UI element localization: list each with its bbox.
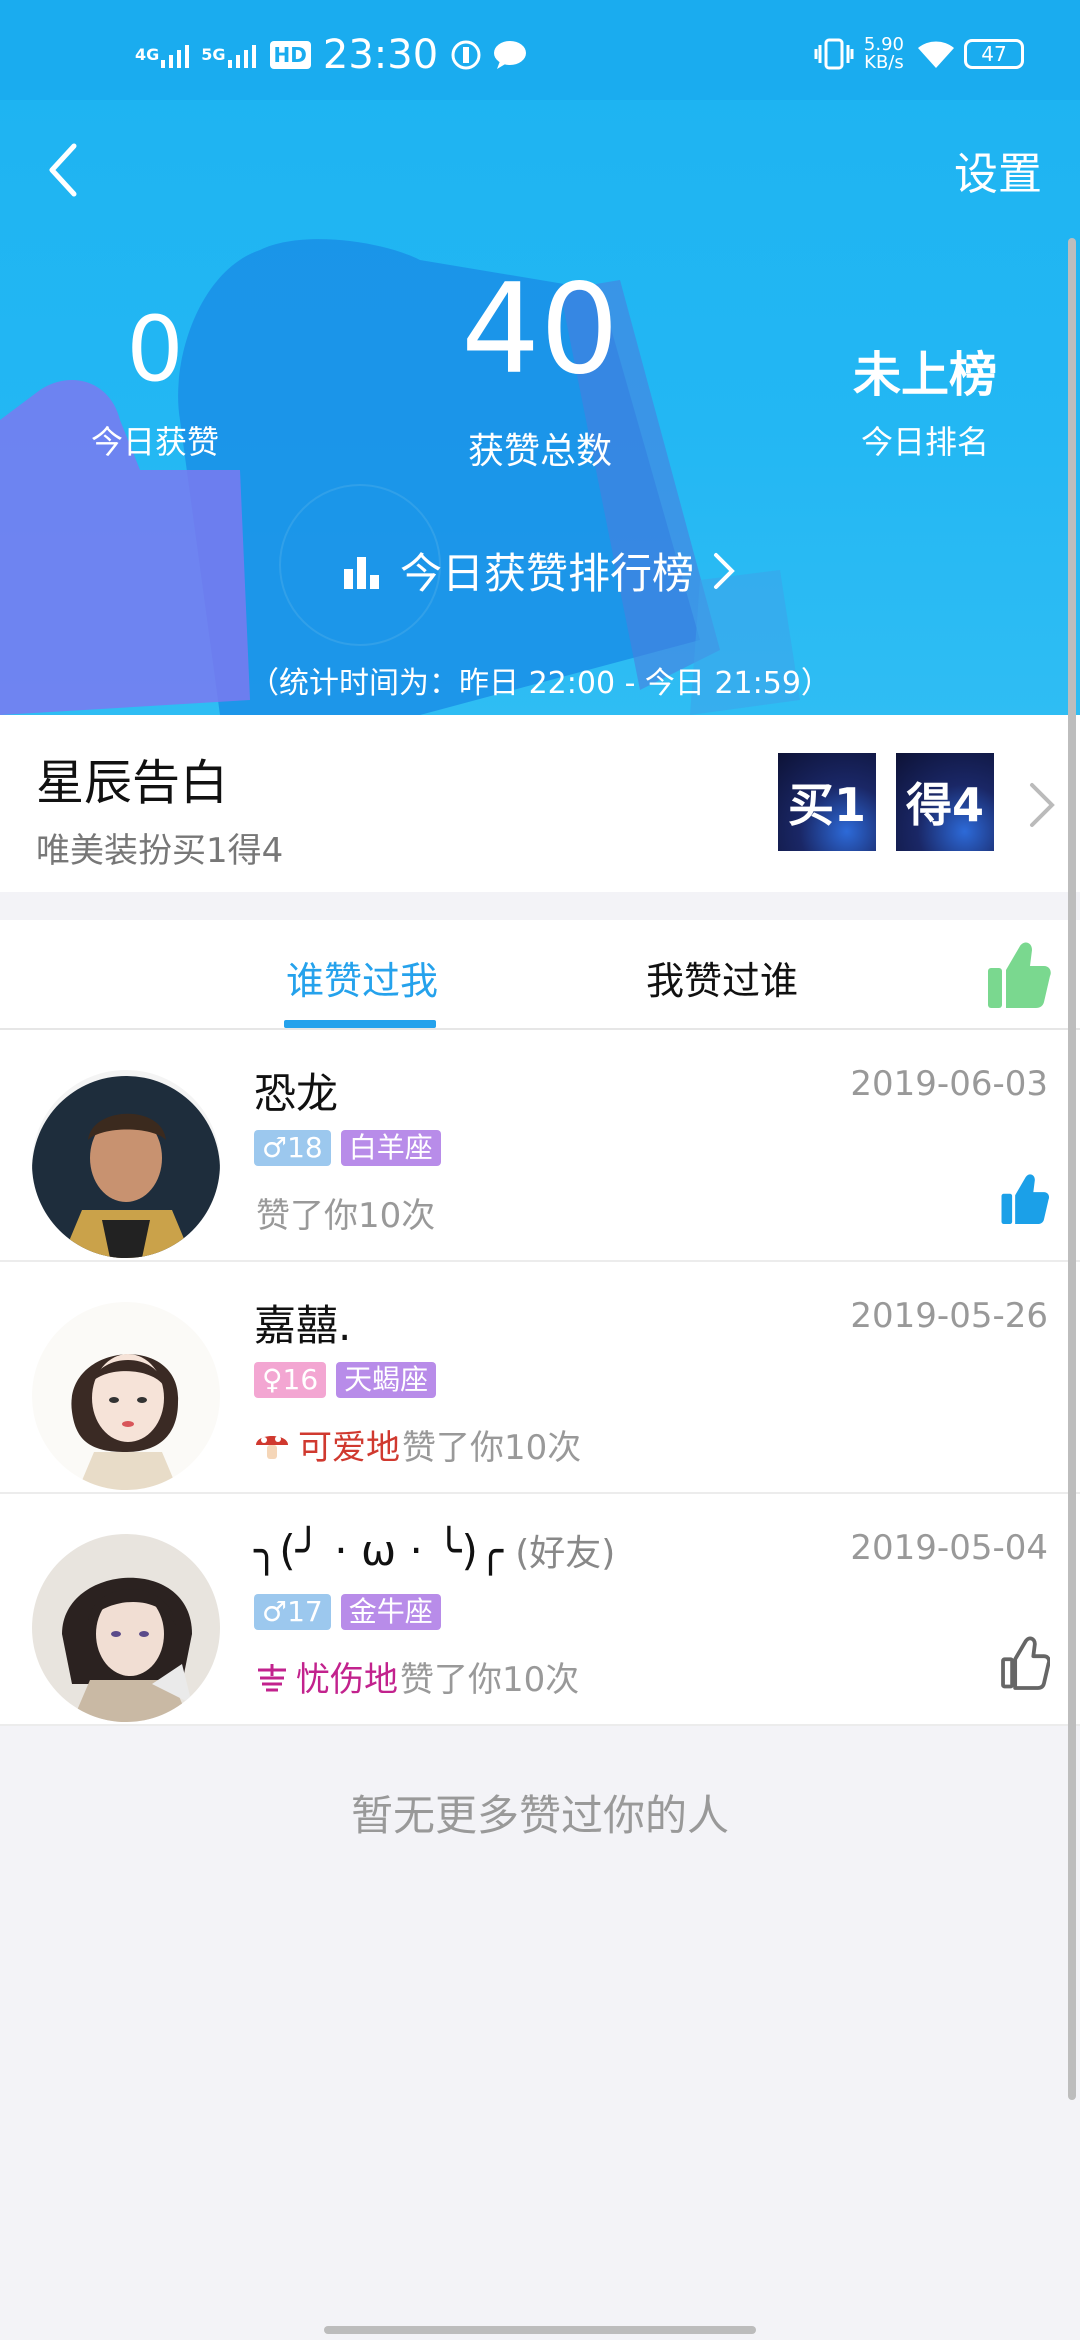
friend-label: (好友) — [515, 1533, 616, 1574]
user-name-text: ╮(╯ · ω · ╰)╭ — [254, 1526, 504, 1575]
app-notification-icon — [451, 40, 481, 70]
rank-list-link[interactable]: 今日获赞排行榜 — [0, 540, 1080, 601]
mushroom-icon — [256, 1435, 288, 1459]
wifi-icon — [918, 41, 954, 68]
signal-bars-icon — [161, 45, 190, 68]
zodiac-tag: 天蝎座 — [336, 1362, 437, 1398]
promo-subtitle: 唯美装扮买1得4 — [36, 831, 284, 871]
like-prefix: 可爱地 — [298, 1428, 400, 1468]
liked-by-list: 恐龙 2019-06-03 ♂18 白羊座 赞了你10次 嘉囍. 2019-05… — [0, 1030, 1080, 1726]
user-name-text: 恐龙 — [254, 1069, 339, 1118]
today-rank-label: 今日排名 — [860, 423, 989, 461]
liked-times: 赞了你10次 — [400, 1660, 580, 1700]
user-tags: ♂18 白羊座 — [254, 1130, 451, 1166]
scrollbar[interactable] — [1068, 238, 1076, 2100]
hd-icon: HD — [269, 41, 311, 69]
like-count-text: 赞了你10次 — [254, 1188, 435, 1237]
total-likes-stat: 40 获赞总数 — [400, 268, 680, 474]
user-tags: ♀16 天蝎座 — [254, 1362, 446, 1398]
like-date: 2019-06-03 — [850, 1064, 1048, 1104]
total-likes-value: 40 — [461, 258, 619, 402]
liked-times: 赞了你10次 — [256, 1196, 436, 1236]
today-likes-value: 0 — [126, 297, 184, 402]
tab-bar: 谁赞过我 我赞过谁 — [0, 920, 1080, 1030]
clock: 23:30 — [322, 32, 439, 78]
avatar[interactable] — [32, 1302, 220, 1490]
statistics-time: （统计时间为：昨日 22:00 - 今日 21:59） — [249, 666, 831, 701]
network-speed: 5.90 KB/s — [864, 36, 904, 72]
home-indicator[interactable] — [324, 2326, 756, 2334]
user-name[interactable]: 恐龙 — [254, 1060, 350, 1121]
tab-who-liked-me[interactable]: 谁赞过我 — [286, 950, 438, 1005]
promo-banner[interactable]: 星辰告白 唯美装扮买1得4 买1 得4 — [0, 715, 1080, 892]
user-name[interactable]: ╮(╯ · ω · ╰)╭ (好友) — [254, 1524, 615, 1576]
today-rank-stat: 未上榜 今日排名 — [810, 300, 1040, 464]
chevron-right-icon — [1030, 783, 1055, 827]
message-icon — [494, 41, 527, 69]
today-rank-value: 未上榜 — [852, 347, 997, 403]
signal-4g: 4G — [135, 45, 160, 64]
today-likes-label: 今日获赞 — [90, 423, 219, 461]
signal-5g: 5G — [201, 45, 226, 64]
like-date: 2019-05-26 — [850, 1296, 1048, 1336]
tab-active-indicator — [284, 1020, 436, 1028]
signal-bars-icon — [227, 45, 256, 68]
vibrate-icon — [814, 38, 854, 70]
avatar[interactable] — [32, 1534, 220, 1722]
thumbs-up-outline-icon[interactable] — [1000, 1636, 1050, 1690]
like-date: 2019-05-04 — [850, 1528, 1048, 1568]
zodiac-tag: 金牛座 — [340, 1594, 441, 1630]
status-bar: 4G 5G HD 23:30 5.90 KB/s 47 — [0, 0, 1080, 100]
header: 4G 5G HD 23:30 5.90 KB/s 47 设置 0 今日获赞 40… — [0, 0, 1080, 715]
gender-age-tag: ♂17 — [254, 1594, 331, 1630]
battery-indicator: 47 — [964, 39, 1024, 69]
list-item[interactable]: 嘉囍. 2019-05-26 ♀16 天蝎座 可爱地 赞了你10次 — [0, 1262, 1080, 1494]
zodiac-tag: 白羊座 — [340, 1130, 441, 1166]
no-more-text: 暂无更多赞过你的人 — [350, 1791, 729, 1840]
list-item[interactable]: 恐龙 2019-06-03 ♂18 白羊座 赞了你10次 — [0, 1030, 1080, 1262]
speed-unit: KB/s — [864, 52, 904, 73]
like-prefix: 忧伤地 — [296, 1660, 398, 1700]
thumbs-up-filled-icon[interactable] — [1000, 1172, 1050, 1226]
back-button[interactable] — [40, 140, 90, 200]
promo-badge-get4: 得4 — [896, 753, 994, 851]
like-count-text: 可爱地 赞了你10次 — [254, 1420, 581, 1469]
list-item[interactable]: ╮(╯ · ω · ╰)╭ (好友) 2019-05-04 ♂17 金牛座 忧伤地… — [0, 1494, 1080, 1726]
user-name[interactable]: 嘉囍. — [254, 1292, 363, 1353]
gender-age-tag: ♀16 — [254, 1362, 327, 1398]
rank-list-label: 今日获赞排行榜 — [399, 549, 694, 598]
promo-title: 星辰告白 — [36, 755, 229, 811]
like-count-text: 忧伤地 赞了你10次 — [254, 1652, 579, 1701]
today-likes-stat: 0 今日获赞 — [40, 300, 270, 464]
gender-age-tag: ♂18 — [254, 1130, 331, 1166]
thumbs-up-icon[interactable] — [986, 940, 1052, 1010]
bar-chart-icon — [343, 556, 379, 589]
promo-badge-buy1: 买1 — [778, 753, 876, 851]
user-name-text: 嘉囍. — [254, 1301, 352, 1350]
avatar[interactable] — [32, 1070, 220, 1258]
total-likes-label: 获赞总数 — [467, 431, 612, 472]
settings-button[interactable]: 设置 — [954, 138, 1042, 202]
chevron-right-icon — [714, 552, 735, 589]
sad-decoration-icon — [258, 1663, 286, 1691]
user-tags: ♂17 金牛座 — [254, 1594, 451, 1630]
tab-who-i-liked[interactable]: 我赞过谁 — [646, 950, 798, 1005]
liked-times: 赞了你10次 — [402, 1428, 582, 1468]
